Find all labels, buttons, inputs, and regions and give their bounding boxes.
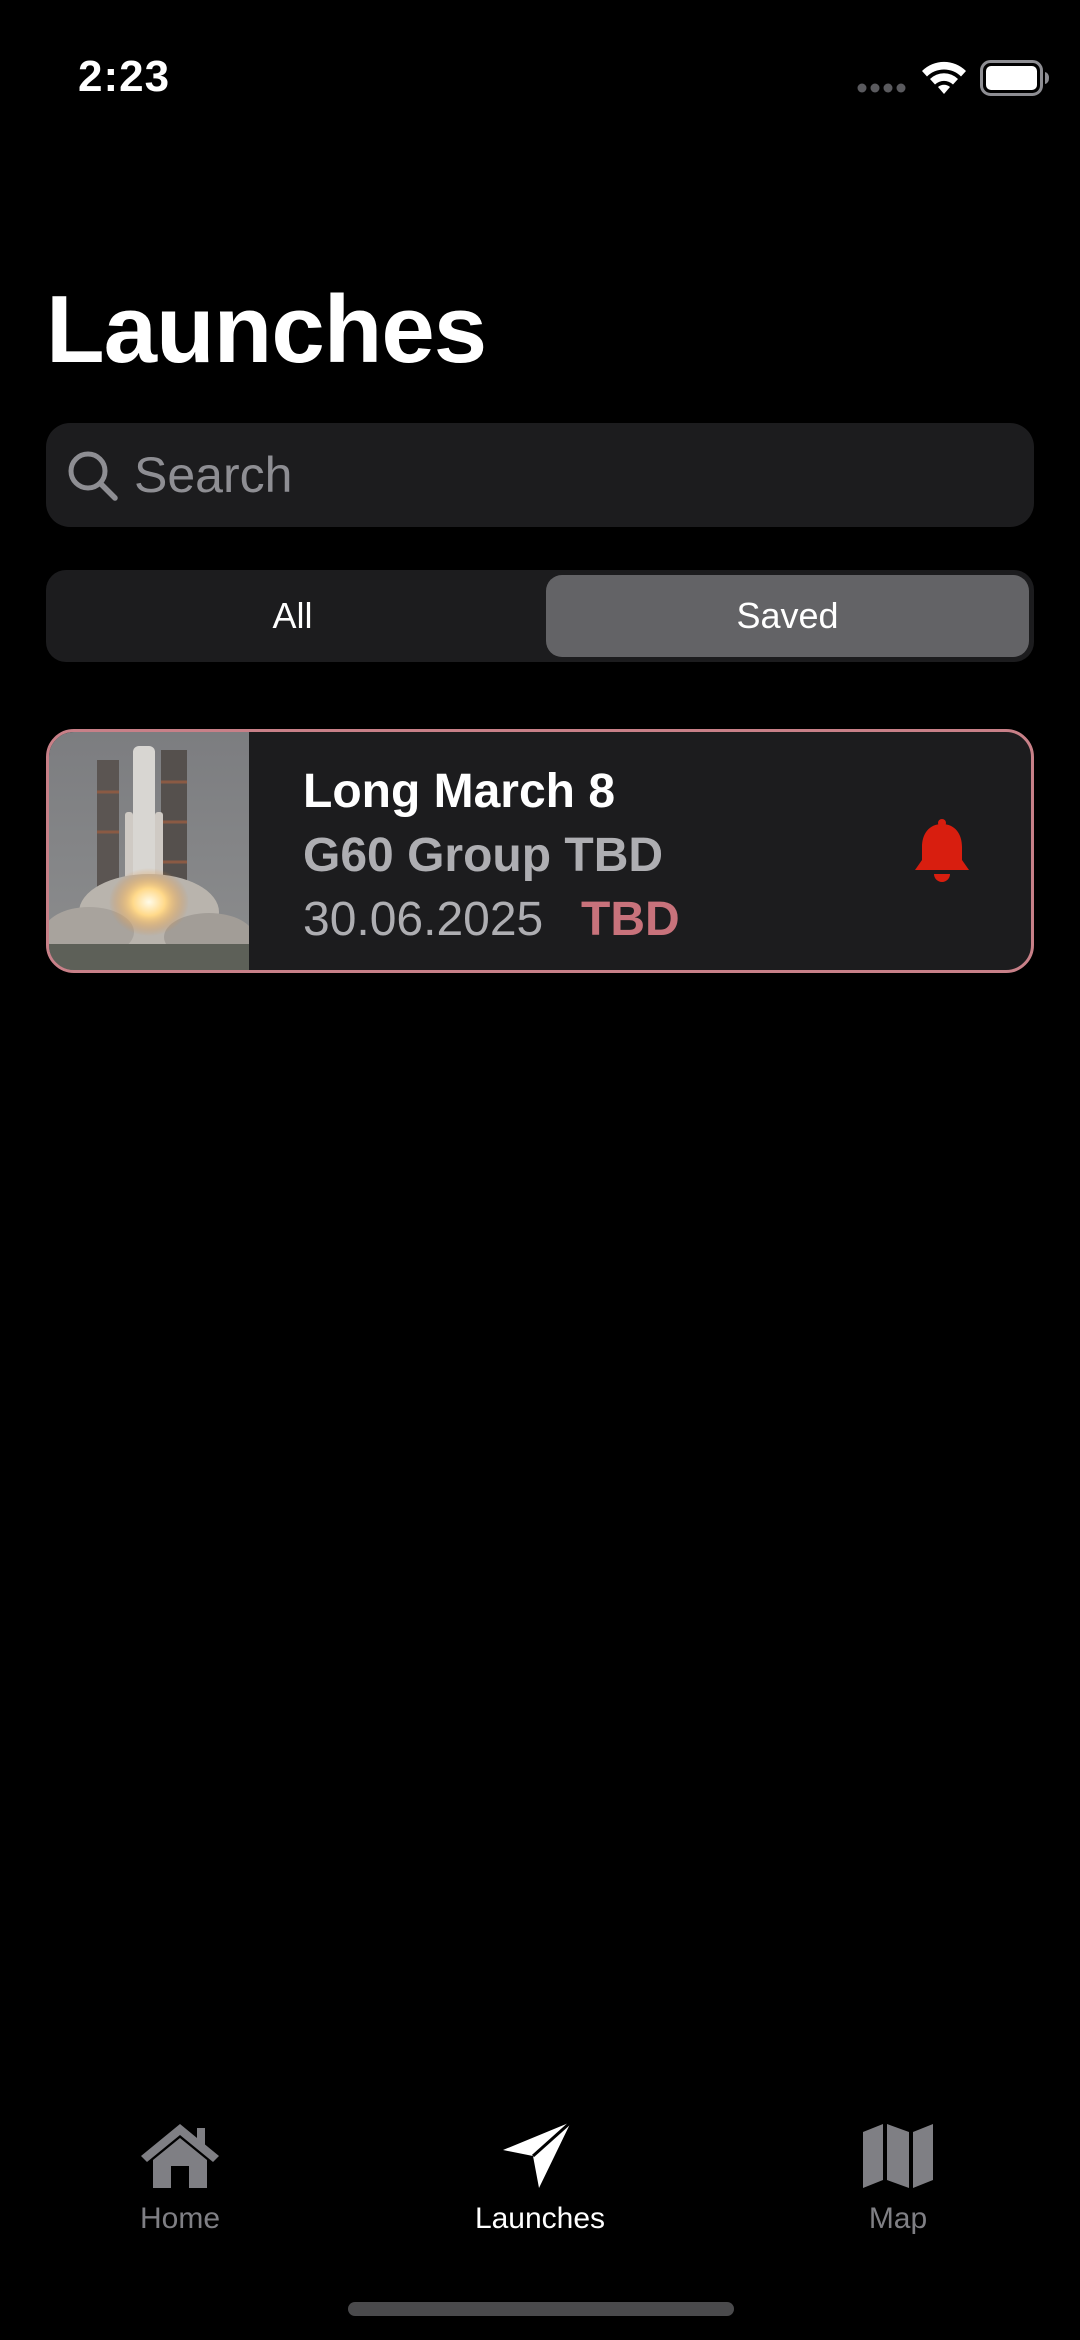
rocket-launch-thumbnail [49,732,249,970]
wifi-icon [922,61,966,94]
map-icon [863,2124,933,2188]
filter-segmented-control: All Saved [46,570,1034,662]
segment-all[interactable]: All [51,575,534,657]
battery-icon [980,60,1049,96]
status-time: 2:23 [78,52,171,101]
paper-plane-icon [503,2120,573,2188]
tab-launches-label: Launches [474,2202,606,2235]
launch-date: 30.06.2025 [303,893,544,946]
tab-bar: Home Launches Map [0,2100,1080,2250]
search-bar[interactable] [46,423,1034,527]
cellular-signal-icon [857,83,906,93]
status-bar: 2:23 [0,0,1080,150]
tab-map-label: Map [868,2202,928,2235]
bell-icon [915,819,969,882]
page-title: Launches [46,276,487,383]
segment-saved[interactable]: Saved [546,575,1029,657]
tab-home[interactable]: Home [80,2120,280,2250]
notification-toggle-button[interactable] [909,818,975,888]
search-icon [68,451,118,501]
tab-launches[interactable]: Launches [440,2120,640,2250]
launch-mission-name: G60 Group TBD [303,829,664,882]
tab-home-label: Home [139,2202,221,2235]
launch-card[interactable]: Long March 8 G60 Group TBD 30.06.2025 TB… [46,729,1034,973]
tab-map[interactable]: Map [798,2120,998,2250]
launch-vehicle-name: Long March 8 [303,765,616,818]
search-input[interactable] [134,423,1014,527]
home-indicator[interactable] [348,2302,734,2316]
house-icon [141,2124,219,2188]
launch-status: TBD [581,893,680,946]
